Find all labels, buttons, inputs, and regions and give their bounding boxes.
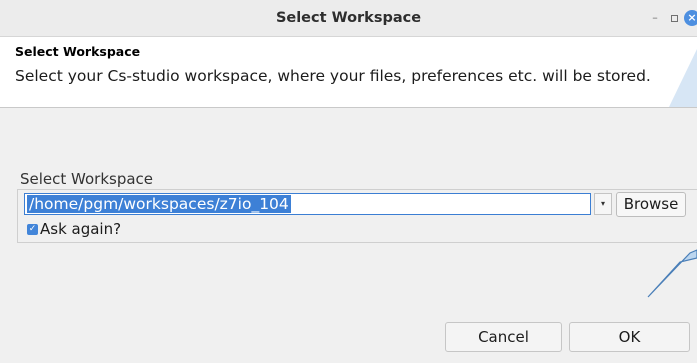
ask-again-label[interactable]: Ask again? [40, 220, 121, 238]
workspace-path-value[interactable]: /home/pgm/workspaces/z7io_104 [27, 195, 291, 213]
workspace-path-combo[interactable]: /home/pgm/workspaces/z7io_104 [24, 193, 591, 215]
minimize-button[interactable]: – [649, 11, 661, 25]
workspace-group-label: Select Workspace [20, 170, 154, 188]
maximize-button[interactable] [668, 11, 680, 25]
ok-button[interactable]: OK [569, 322, 690, 352]
group-border-bottom [17, 242, 697, 243]
maximize-icon [670, 14, 678, 22]
workspace-dropdown-button[interactable]: ▾ [594, 193, 612, 215]
checkmark-icon: ✓ [28, 224, 37, 234]
close-button[interactable]: × [684, 10, 697, 26]
header-description: Select your Cs-studio workspace, where y… [15, 67, 651, 85]
select-workspace-dialog: Select Workspace – × Select Workspace Se… [0, 0, 697, 363]
title-bar[interactable]: Select Workspace – × [0, 0, 697, 37]
cancel-button[interactable]: Cancel [445, 322, 562, 352]
group-border-top [17, 189, 697, 190]
ask-again-checkbox[interactable]: ✓ [27, 224, 38, 235]
browse-button[interactable]: Browse [616, 192, 686, 217]
group-border-left [17, 189, 18, 242]
header-title: Select Workspace [15, 44, 141, 59]
chevron-down-icon: ▾ [600, 199, 605, 208]
dialog-header: Select Workspace Select your Cs-studio w… [0, 37, 697, 108]
window-title: Select Workspace [275, 10, 422, 26]
banner-graphic-icon [669, 49, 697, 107]
